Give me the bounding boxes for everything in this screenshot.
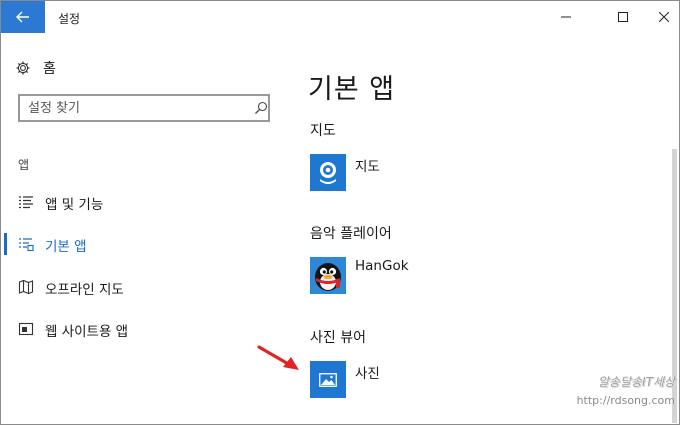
- sidebar-item-label: 기본 앱: [45, 239, 87, 255]
- hangok-penguin-icon: [315, 263, 341, 291]
- maximize-icon: [618, 12, 628, 22]
- close-button[interactable]: [641, 1, 679, 33]
- back-arrow-icon: [16, 11, 29, 23]
- title-bar: 설정: [1, 1, 679, 33]
- app-name-label: 지도: [355, 159, 380, 175]
- section-heading-photo-viewer: 사진 뷰어: [310, 330, 366, 346]
- watermark: 알송달송IT세상 http://rdsong.com: [549, 373, 675, 415]
- default-music-app-button[interactable]: HanGok: [310, 257, 560, 294]
- gear-icon: [16, 61, 30, 75]
- settings-window: 설정 홈 앱 앱 및 기능: [0, 0, 680, 425]
- section-heading-music-player: 음악 플레이어: [310, 226, 392, 242]
- app-name-label: HanGok: [355, 258, 409, 274]
- minimize-icon: [561, 16, 571, 18]
- maps-app-tile: [310, 154, 346, 191]
- active-indicator: [4, 233, 7, 255]
- watermark-url: http://rdsong.com: [576, 394, 675, 407]
- search-icon[interactable]: [254, 101, 268, 115]
- app-name-label: 사진: [355, 366, 380, 382]
- hangok-app-tile: [310, 257, 346, 294]
- page-title: 기본 앱: [308, 74, 396, 106]
- section-heading-maps: 지도: [310, 123, 336, 139]
- default-apps-icon: [19, 238, 34, 252]
- photos-icon: [319, 372, 337, 387]
- default-maps-app-button[interactable]: 지도: [310, 154, 560, 191]
- search-box[interactable]: [18, 94, 270, 122]
- maps-camera-icon: [320, 161, 336, 184]
- sidebar-item-apps-features[interactable]: 앱 및 기능: [1, 189, 281, 215]
- sidebar-home[interactable]: 홈: [15, 57, 56, 79]
- list-icon: [19, 196, 33, 209]
- close-icon: [659, 12, 669, 22]
- minimize-button[interactable]: [543, 1, 589, 33]
- sidebar-item-label: 웹 사이트용 앱: [45, 324, 129, 340]
- sidebar-item-label: 앱 및 기능: [45, 197, 104, 213]
- web-app-icon: [18, 322, 34, 336]
- watermark-title: 알송달송IT세상: [597, 375, 675, 389]
- sidebar-item-label: 오프라인 지도: [45, 282, 124, 298]
- maximize-button[interactable]: [600, 1, 646, 33]
- annotation-arrow-icon: [257, 345, 299, 370]
- sidebar-item-apps-for-websites[interactable]: 웹 사이트용 앱: [1, 316, 281, 342]
- search-input[interactable]: [28, 99, 238, 117]
- window-title: 설정: [58, 12, 81, 26]
- sidebar-item-default-apps[interactable]: 기본 앱: [1, 231, 281, 257]
- home-label: 홈: [43, 61, 56, 77]
- sidebar-group-label: 앱: [18, 158, 30, 172]
- map-icon: [18, 279, 34, 295]
- back-button[interactable]: [1, 1, 45, 33]
- sidebar-item-offline-maps[interactable]: 오프라인 지도: [1, 274, 281, 300]
- photos-app-tile: [310, 361, 346, 398]
- default-photo-app-button[interactable]: 사진: [310, 361, 560, 398]
